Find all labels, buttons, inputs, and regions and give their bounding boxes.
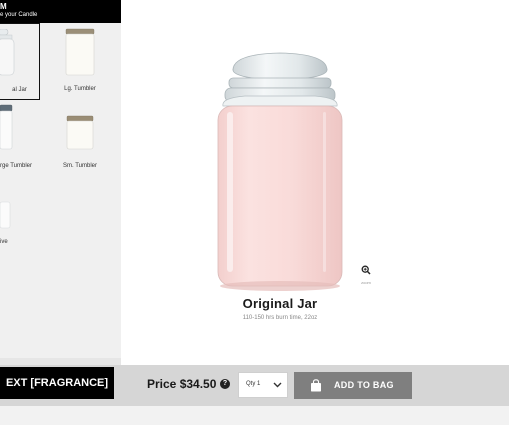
product-details: 110-150 hrs burn time, 22oz xyxy=(242,315,318,321)
next-fragrance-button[interactable]: EXT [FRAGRANCE] xyxy=(0,367,114,399)
size-option-label: ive xyxy=(0,239,8,245)
size-option-sm-tumbler[interactable]: Sm. Tumbler xyxy=(46,103,114,175)
zoom-icon xyxy=(361,265,371,275)
size-option-votive[interactable]: ive xyxy=(0,180,40,252)
sm-tumbler-thumbnail xyxy=(66,115,94,150)
sidebar-title: M xyxy=(0,2,7,11)
votive-thumbnail xyxy=(0,201,11,229)
original-jar-thumbnail xyxy=(0,29,15,76)
zoom-label: zoom xyxy=(361,280,371,285)
size-option-large-tumbler[interactable]: rge Tumbler xyxy=(0,103,40,175)
shopping-bag-icon xyxy=(311,379,321,392)
product-view: zoom Original Jar 110-150 hrs burn time,… xyxy=(121,0,509,365)
size-option-label: Lg. Tumbler xyxy=(64,86,96,92)
sidebar-scroll-region xyxy=(0,358,121,365)
product-name: Original Jar xyxy=(242,296,318,311)
sidebar-subtitle: e your Candle xyxy=(0,12,38,18)
size-option-label: rge Tumbler xyxy=(0,163,33,169)
size-option-label: al Jar xyxy=(12,87,27,93)
large-tumbler-thumbnail xyxy=(0,104,13,150)
size-sidebar: M e your Candle al Jar Lg. Tumbler rge T… xyxy=(0,0,121,365)
size-option-lg-tumbler[interactable]: Lg. Tumbler xyxy=(46,23,114,100)
footer-strip xyxy=(0,406,509,425)
price-label: Price $34.50 xyxy=(147,377,217,391)
quantity-select[interactable]: Qty 1 xyxy=(238,372,288,398)
add-to-bag-button[interactable]: ADD TO BAG xyxy=(294,372,412,399)
size-option-label: Sm. Tumbler xyxy=(62,163,97,169)
quantity-value: Qty 1 xyxy=(246,381,261,387)
sidebar-header: M e your Candle xyxy=(0,0,121,23)
candle-jar-image xyxy=(217,52,343,291)
size-option-original-jar[interactable]: al Jar xyxy=(0,23,40,100)
add-to-bag-label: ADD TO BAG xyxy=(334,380,394,390)
chevron-down-icon xyxy=(273,382,282,388)
lg-tumbler-thumbnail xyxy=(65,28,95,76)
zoom-button[interactable]: zoom xyxy=(359,262,373,285)
help-icon[interactable]: ? xyxy=(220,379,230,389)
